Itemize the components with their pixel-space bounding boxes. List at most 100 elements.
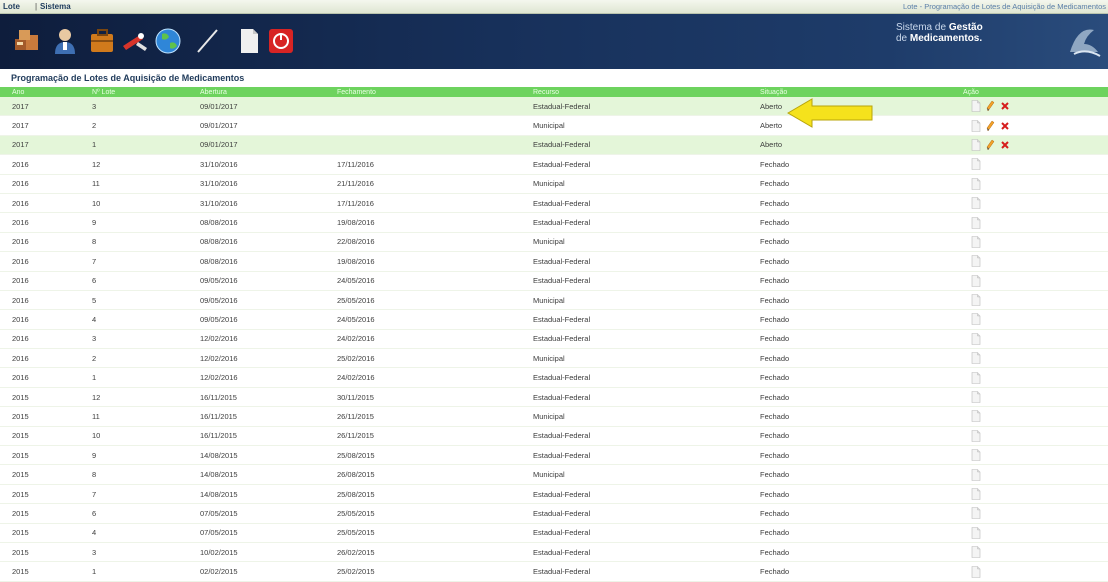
table-row[interactable]: 2016 8 08/08/2016 22/08/2016 Municipal Fechad… [0,232,1108,253]
page-title: Programação de Lotes de Aquisição de Med… [11,73,245,83]
cell-fechamento: 25/05/2015 [325,503,521,524]
menu-lote[interactable]: Lote [3,0,20,13]
col-header-abertura[interactable]: Abertura [188,87,325,97]
col-header-recurso[interactable]: Recurso [521,87,748,97]
table-row[interactable]: 2016 6 09/05/2016 24/05/2016 Estadual-Federa… [0,271,1108,291]
cell-recurso: Estadual-Federal [521,387,748,408]
table-row[interactable]: 2017 1 09/01/2017 Estadual-Federal Aberto [0,135,1108,156]
table-row[interactable]: 2015 1 02/02/2015 25/02/2015 Estadual-Federa… [0,561,1108,582]
edit-pencil-icon[interactable] [985,100,995,112]
table-row[interactable]: 2016 1 12/02/2016 24/02/2016 Estadual-Federa… [0,367,1108,388]
view-document-icon[interactable] [971,255,981,268]
table-row[interactable]: 2015 9 14/08/2015 25/08/2015 Estadual-Federa… [0,445,1108,466]
cell-acao [925,542,1108,563]
table-row[interactable]: 2016 10 31/10/2016 17/11/2016 Estadual-Feder… [0,193,1108,214]
table-row[interactable]: 2015 10 16/11/2015 26/11/2015 Estadual-Feder… [0,426,1108,447]
cell-ano: 2016 [0,174,80,194]
view-document-icon[interactable] [971,488,981,500]
edit-pencil-icon[interactable] [985,120,995,132]
view-document-icon[interactable] [971,333,981,345]
table-row[interactable]: 2015 12 16/11/2015 30/11/2015 Estadual-Feder… [0,387,1108,408]
table-row[interactable]: 2015 8 14/08/2015 26/08/2015 Municipal Fechad… [0,464,1108,485]
view-document-icon[interactable] [971,430,981,442]
cell-acao [925,232,1108,253]
view-document-icon[interactable] [971,119,981,132]
cell-lote: 5 [80,290,188,311]
briefcase-icon[interactable] [88,26,118,56]
table-row[interactable]: 2016 9 08/08/2016 19/08/2016 Estadual-Federa… [0,212,1108,233]
edit-pencil-icon[interactable] [985,139,995,151]
view-document-icon[interactable] [971,236,981,248]
view-document-icon[interactable] [971,391,981,403]
view-document-icon[interactable] [971,507,981,520]
view-document-icon[interactable] [971,274,981,287]
view-document-icon[interactable] [971,526,981,539]
document-icon[interactable] [234,26,264,56]
table-row[interactable]: 2015 7 14/08/2015 25/08/2015 Estadual-Federa… [0,484,1108,505]
table-row[interactable]: 2016 4 09/05/2016 24/05/2016 Estadual-Federa… [0,309,1108,330]
table-row[interactable]: 2017 3 09/01/2017 Estadual-Federal Aberto [0,97,1108,117]
power-icon[interactable] [266,26,296,56]
view-document-icon[interactable] [971,158,981,171]
view-document-icon[interactable] [971,177,981,190]
view-document-icon[interactable] [971,468,981,481]
view-document-icon[interactable] [971,216,981,229]
view-document-icon[interactable] [971,100,981,112]
cell-fechamento: 17/11/2016 [325,193,521,214]
cell-ano: 2017 [0,135,80,156]
cell-ano: 2016 [0,232,80,253]
view-document-icon[interactable] [971,449,981,462]
delete-icon[interactable] [1000,120,1010,132]
view-document-icon[interactable] [971,352,981,365]
cell-ano: 2015 [0,387,80,408]
cell-acao [925,561,1108,582]
cell-situacao: Fechado [748,503,925,524]
cell-lote: 9 [80,212,188,233]
table-row[interactable]: 2015 11 16/11/2015 26/11/2015 Municipal Fecha… [0,406,1108,427]
col-header-fechamento[interactable]: Fechamento [325,87,521,97]
cell-ano: 2017 [0,115,80,136]
cell-recurso: Estadual-Federal [521,445,748,466]
table-row[interactable]: 2016 5 09/05/2016 25/05/2016 Municipal Fechad… [0,290,1108,311]
view-document-icon[interactable] [971,565,981,578]
view-document-icon[interactable] [971,313,981,326]
cell-lote: 3 [80,97,188,117]
menu-sistema[interactable]: Sistema [40,0,71,13]
globe-icon[interactable] [153,26,183,56]
delete-icon[interactable] [1000,139,1010,151]
cell-recurso: Estadual-Federal [521,309,748,330]
cell-recurso: Municipal [521,290,748,311]
tools-icon[interactable] [120,26,150,56]
table-row[interactable]: 2016 12 31/10/2016 17/11/2016 Estadual-Feder… [0,154,1108,175]
boxes-icon[interactable] [12,26,42,56]
view-document-icon[interactable] [971,294,981,306]
cell-recurso: Estadual-Federal [521,523,748,543]
table-row[interactable]: 2016 3 12/02/2016 24/02/2016 Estadual-Federa… [0,329,1108,350]
view-document-icon[interactable] [971,139,981,151]
cell-abertura: 09/01/2017 [188,135,325,156]
table-row[interactable]: 2016 11 31/10/2016 21/11/2016 Municipal Fecha… [0,174,1108,194]
view-document-icon[interactable] [971,371,981,384]
table-row[interactable]: 2015 4 07/05/2015 25/05/2015 Estadual-Federa… [0,523,1108,543]
cell-acao [925,251,1108,272]
cell-abertura: 14/08/2015 [188,484,325,505]
delete-icon[interactable] [1000,100,1010,112]
table-row[interactable]: 2016 7 08/08/2016 19/08/2016 Estadual-Federa… [0,251,1108,272]
table-row[interactable]: 2015 3 10/02/2015 26/02/2015 Estadual-Federa… [0,542,1108,563]
col-header-ano[interactable]: Ano [0,87,80,97]
table-row[interactable]: 2016 2 12/02/2016 25/02/2016 Municipal Fechad… [0,348,1108,369]
table-row[interactable]: 2017 2 09/01/2017 Municipal Aberto [0,115,1108,136]
view-document-icon[interactable] [971,197,981,209]
user-icon[interactable] [50,26,80,56]
cell-situacao: Fechado [748,212,925,233]
menu-separator: | [35,2,38,11]
table-row[interactable]: 2015 6 07/05/2015 25/05/2015 Estadual-Federa… [0,503,1108,524]
col-header-lote[interactable]: Nº Lote [80,87,188,97]
view-document-icon[interactable] [971,546,981,558]
cell-abertura: 14/08/2015 [188,445,325,466]
pen-icon[interactable] [192,26,222,56]
col-header-situacao[interactable]: Situação [748,87,925,97]
cell-lote: 2 [80,348,188,369]
view-document-icon[interactable] [971,410,981,423]
cell-lote: 7 [80,484,188,505]
